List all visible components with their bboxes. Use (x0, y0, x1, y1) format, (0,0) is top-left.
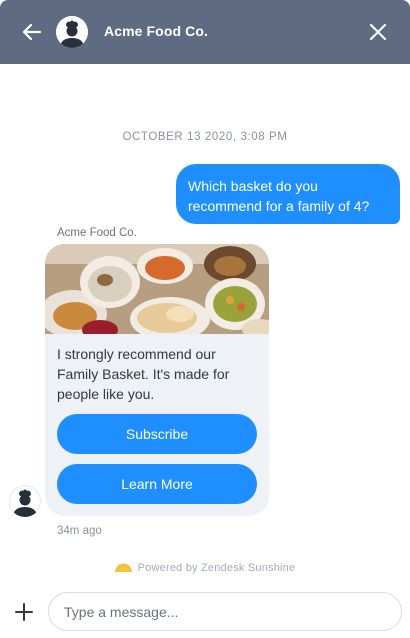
chef-avatar-icon (56, 16, 88, 48)
card-description: I strongly recommend our Family Basket. … (57, 346, 230, 402)
header-title: Acme Food Co. (104, 23, 208, 39)
learn-more-button[interactable]: Learn More (57, 464, 257, 504)
powered-by-text: Powered by Zendesk Sunshine (137, 562, 296, 574)
back-button[interactable] (20, 20, 44, 44)
close-icon (369, 23, 387, 41)
powered-by[interactable]: Powered by Zendesk Sunshine (0, 562, 410, 574)
close-button[interactable] (366, 20, 390, 44)
conversation-timestamp: OCTOBER 13 2020, 3:08 PM (122, 131, 288, 143)
chat-header: Acme Food Co. (0, 0, 410, 64)
plus-icon (15, 603, 33, 621)
message-time: 34m ago (57, 525, 102, 537)
message-input[interactable] (48, 592, 402, 631)
chef-avatar-icon (9, 485, 41, 517)
arrow-left-icon (22, 23, 42, 41)
attach-button[interactable] (13, 601, 35, 623)
user-message-bubble: Which basket do you recommend for a fami… (176, 164, 400, 224)
zendesk-sunshine-icon (114, 563, 132, 572)
carousel-card: I strongly recommend our Family Basket. … (45, 244, 269, 516)
bot-avatar (9, 485, 41, 517)
header-avatar (56, 16, 88, 48)
bot-sender-name: Acme Food Co. (57, 227, 137, 239)
food-basket-photo (45, 244, 269, 334)
subscribe-button[interactable]: Subscribe (57, 414, 257, 454)
